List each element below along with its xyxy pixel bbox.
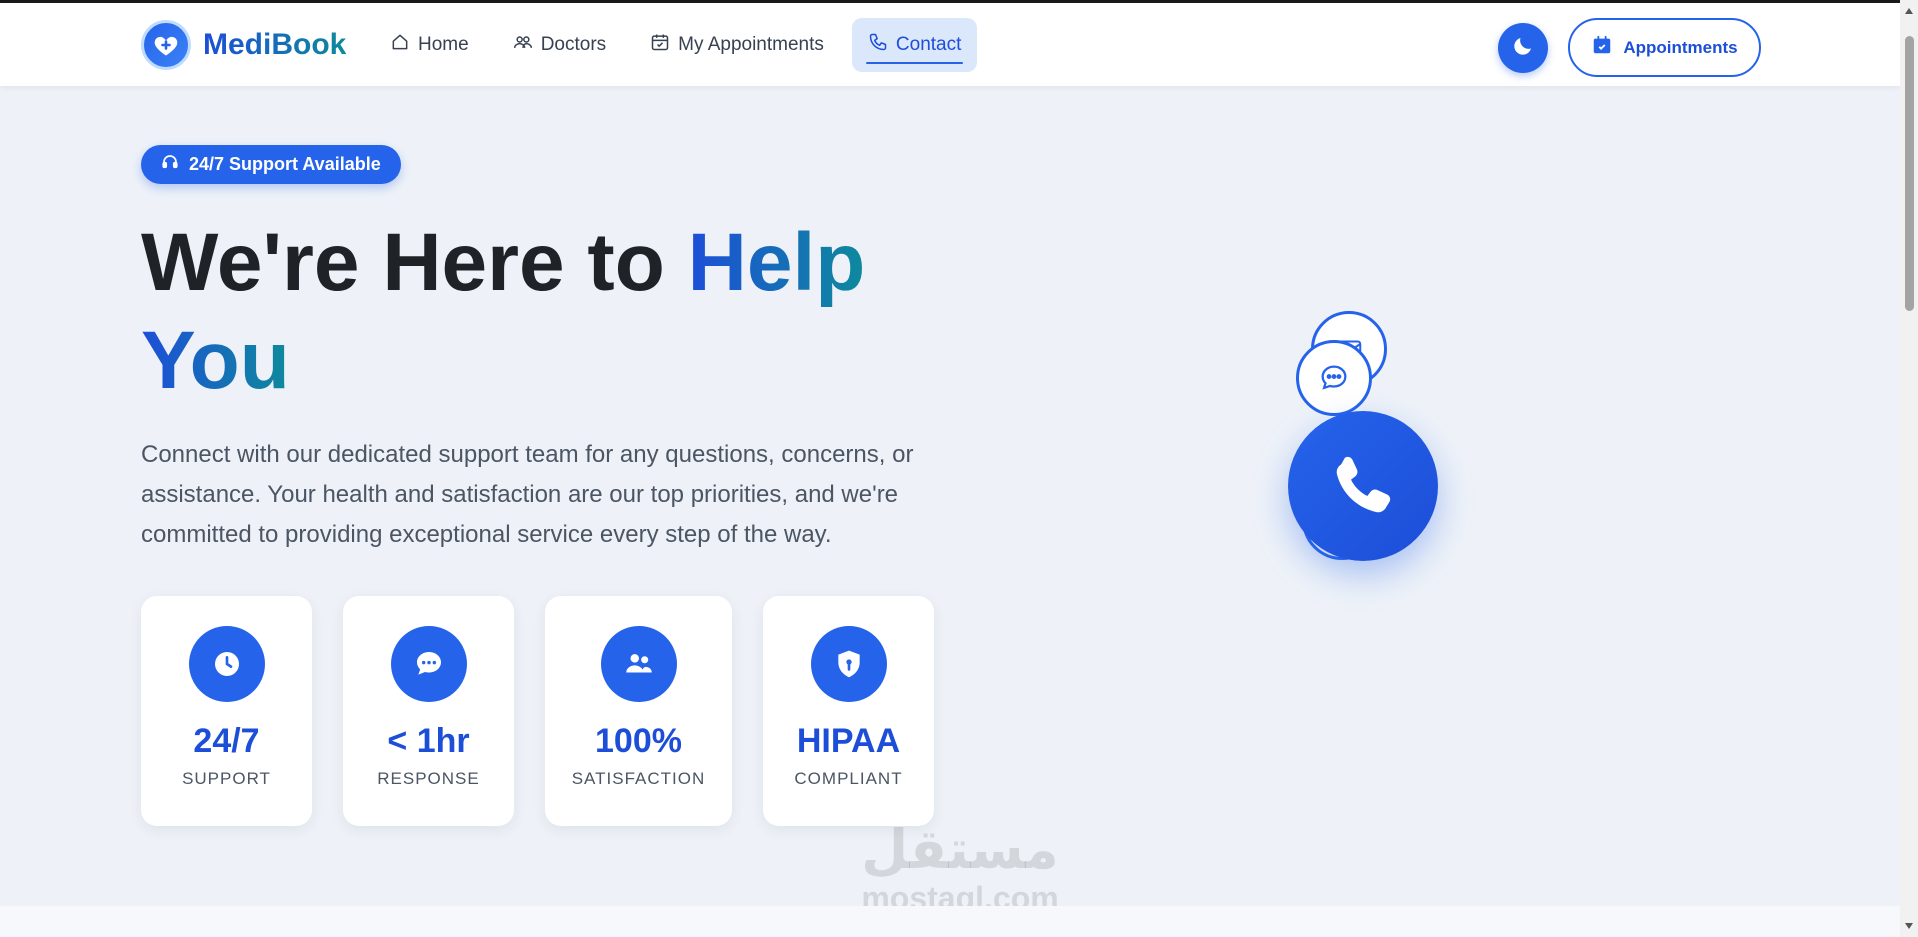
shield-lock-icon — [810, 626, 887, 702]
title-highlight: You — [141, 315, 290, 406]
watermark-arabic: مستقل — [861, 818, 1059, 881]
nav-item-label: My Appointments — [678, 34, 824, 55]
scroll-down-icon[interactable] — [1905, 923, 1913, 929]
nav-item-label: Contact — [895, 34, 962, 55]
stat-card-response: < 1hr RESPONSE — [343, 596, 514, 826]
appointments-button-label: Appointments — [1623, 37, 1738, 57]
nav-item-my-appointments[interactable]: My Appointments — [634, 18, 840, 72]
title-text: We're Here to — [141, 217, 688, 308]
next-section-edge — [0, 906, 1900, 937]
support-badge: 24/7 Support Available — [141, 145, 401, 184]
nav-item-home[interactable]: Home — [374, 18, 485, 72]
nav-item-label: Home — [418, 34, 469, 55]
home-icon — [390, 32, 410, 58]
brand[interactable]: MediBook — [141, 20, 346, 70]
users-icon — [600, 626, 677, 702]
stat-value: HIPAA — [796, 722, 901, 760]
stat-label: COMPLIANT — [794, 769, 903, 788]
chat-icon — [390, 626, 467, 702]
scrollbar[interactable] — [1900, 0, 1918, 937]
stats-row: 24/7 SUPPORT < 1hr RESPONSE 100% SATISFA… — [141, 596, 934, 826]
phone-icon — [1288, 411, 1438, 561]
calendar-check-icon — [650, 32, 670, 58]
stat-label: RESPONSE — [377, 769, 480, 788]
stat-value: 24/7 — [193, 722, 260, 760]
page-title: We're Here to Help You — [141, 214, 941, 410]
stat-value: 100% — [595, 722, 682, 760]
scroll-up-icon[interactable] — [1905, 8, 1913, 14]
appointments-button[interactable]: Appointments — [1568, 18, 1761, 77]
stat-card-support: 24/7 SUPPORT — [141, 596, 312, 826]
scrollbar-thumb[interactable] — [1905, 36, 1914, 311]
nav-item-contact[interactable]: Contact — [851, 18, 978, 72]
phone-icon — [868, 32, 888, 58]
nav-item-doctors[interactable]: Doctors — [497, 18, 622, 72]
moon-icon — [1511, 34, 1535, 63]
headset-icon — [161, 153, 179, 176]
calendar-icon — [1591, 34, 1613, 61]
nav-item-label: Doctors — [540, 34, 607, 55]
stat-label: SATISFACTION — [571, 769, 706, 788]
theme-toggle-button[interactable] — [1498, 23, 1548, 73]
watermark-logo: مستقل mostaql.com — [842, 818, 1078, 917]
chat-bubble-icon — [1296, 340, 1372, 416]
support-badge-label: 24/7 Support Available — [189, 154, 381, 174]
navbar: MediBook Home Doctors My Appointments Co… — [0, 3, 1900, 86]
title-highlight: Help — [687, 217, 866, 308]
heart-medical-icon — [141, 20, 191, 70]
stat-card-satisfaction: 100% SATISFACTION — [545, 596, 732, 826]
stat-value: < 1hr — [387, 722, 470, 760]
main-nav: Home Doctors My Appointments Contact — [374, 18, 978, 72]
hero-description: Connect with our dedicated support team … — [141, 441, 914, 548]
clock-icon — [188, 626, 265, 702]
brand-name: MediBook — [203, 28, 347, 61]
stat-card-hipaa: HIPAA COMPLIANT — [763, 596, 934, 826]
stat-label: SUPPORT — [182, 769, 271, 788]
users-icon — [513, 32, 533, 58]
